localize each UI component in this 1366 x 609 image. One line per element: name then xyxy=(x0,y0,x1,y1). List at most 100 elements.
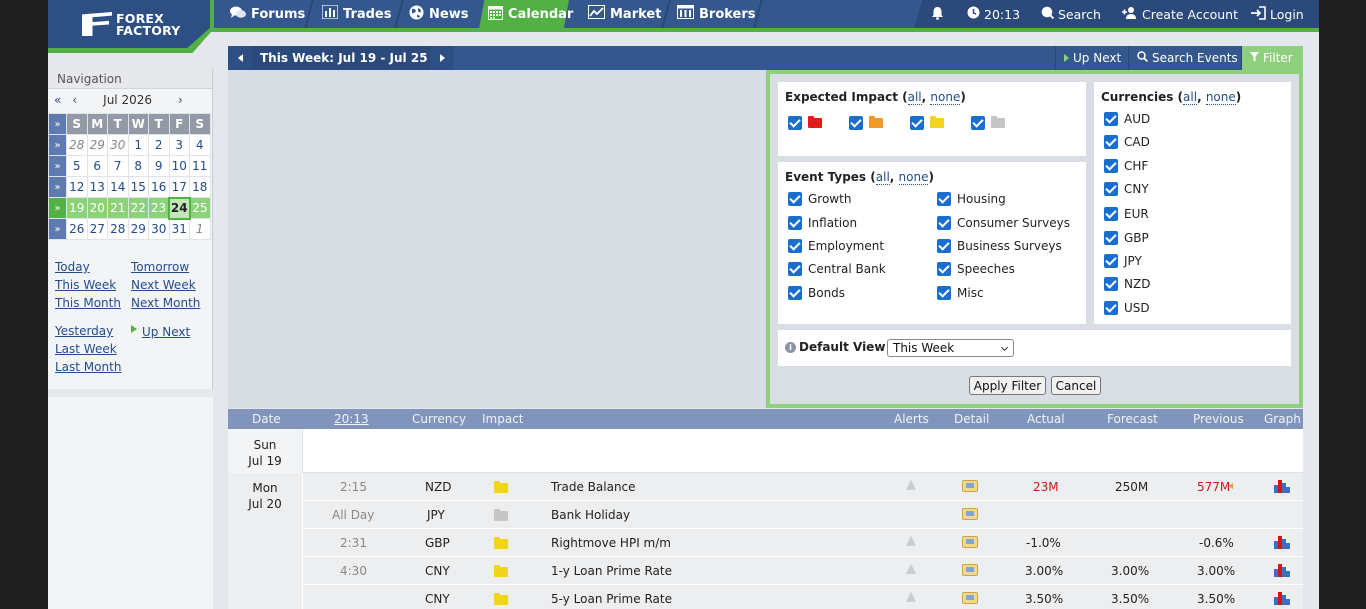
calendar-day[interactable]: 14 xyxy=(107,176,129,198)
calendar-day[interactable]: 28 xyxy=(107,218,129,240)
impact-medium-checkbox[interactable] xyxy=(849,116,883,130)
calendar-day[interactable]: 8 xyxy=(127,155,149,177)
currency-checkbox[interactable]: JPY xyxy=(1104,254,1142,268)
event-type-checkbox[interactable]: Inflation xyxy=(788,216,857,230)
calendar-day[interactable]: 29 xyxy=(86,134,108,156)
graph-icon[interactable] xyxy=(1274,536,1290,549)
link-next-month[interactable]: Next Month xyxy=(131,296,200,310)
calendar-day-today[interactable]: 24 xyxy=(168,196,191,220)
detail-folder-icon[interactable] xyxy=(962,592,978,604)
alert-bell-icon[interactable] xyxy=(906,536,916,546)
calendar-day[interactable]: 11 xyxy=(189,155,211,177)
cancel-button[interactable]: Cancel xyxy=(1051,376,1101,395)
nav-market[interactable]: Market xyxy=(588,0,661,28)
up-next-button[interactable]: Up Next xyxy=(1055,46,1129,70)
calendar-day[interactable]: 9 xyxy=(148,155,170,177)
select-week-icon[interactable]: » xyxy=(48,197,67,219)
calendar-day[interactable]: 12 xyxy=(66,176,88,198)
info-icon[interactable]: i xyxy=(785,342,796,353)
table-row[interactable]: 2:31 GBP Rightmove HPI m/m -1.0% -0.6% xyxy=(303,529,1303,557)
calendar-day[interactable]: 30 xyxy=(107,134,129,156)
currency-checkbox[interactable]: CNY xyxy=(1104,182,1149,196)
calendar-day[interactable]: 22 xyxy=(127,197,149,219)
calendar-day[interactable]: 7 xyxy=(107,155,129,177)
calendar-day[interactable]: 23 xyxy=(148,197,170,219)
detail-folder-icon[interactable] xyxy=(962,480,978,492)
calendar-day[interactable]: 18 xyxy=(189,176,211,198)
calendar-day[interactable]: 4 xyxy=(189,134,211,156)
select-week-icon[interactable]: » xyxy=(48,155,67,177)
calendar-day[interactable]: 1 xyxy=(189,218,211,240)
currency-checkbox[interactable]: GBP xyxy=(1104,231,1149,245)
notifications-button[interactable] xyxy=(931,0,944,28)
next-week-button[interactable] xyxy=(430,46,454,70)
calendar-day[interactable]: 27 xyxy=(86,218,108,240)
create-account-button[interactable]: Create Account xyxy=(1122,0,1238,28)
calendar-day[interactable]: 25 xyxy=(189,197,211,219)
select-week-icon[interactable]: » xyxy=(48,134,67,156)
event-type-checkbox[interactable]: Employment xyxy=(788,239,884,253)
calendar-day[interactable]: 5 xyxy=(66,155,88,177)
event-type-checkbox[interactable]: Bonds xyxy=(788,286,845,300)
calendar-day[interactable]: 1 xyxy=(127,134,149,156)
login-button[interactable]: Login xyxy=(1251,0,1304,28)
link-tomorrow[interactable]: Tomorrow xyxy=(131,260,189,274)
calendar-day[interactable]: 16 xyxy=(148,176,170,198)
nav-brokers[interactable]: Brokers xyxy=(677,0,756,28)
link-last-month[interactable]: Last Month xyxy=(55,360,121,374)
calendar-day[interactable]: 6 xyxy=(86,155,108,177)
event-types-none-link[interactable]: none xyxy=(898,170,929,185)
table-row[interactable]: 4:30 CNY 1-y Loan Prime Rate 3.00% 3.00%… xyxy=(303,557,1303,585)
calendar-day[interactable]: 15 xyxy=(127,176,149,198)
calendar-day[interactable]: 30 xyxy=(148,218,170,240)
alert-bell-icon[interactable] xyxy=(906,592,916,602)
impact-none-link[interactable]: none xyxy=(930,90,961,105)
link-this-week[interactable]: This Week xyxy=(55,278,116,292)
calendar-day[interactable]: 2 xyxy=(148,134,170,156)
link-next-week[interactable]: Next Week xyxy=(131,278,196,292)
currency-checkbox[interactable]: USD xyxy=(1104,301,1150,315)
next-month-button[interactable]: › xyxy=(178,93,183,107)
prev-month-button[interactable]: ‹ xyxy=(72,93,77,107)
table-row[interactable]: CNY 5-y Loan Prime Rate 3.50% 3.50% 3.50… xyxy=(303,585,1303,609)
prev-year-button[interactable]: « xyxy=(54,93,61,107)
prev-week-button[interactable] xyxy=(228,46,252,70)
search-button[interactable]: Search xyxy=(1041,0,1101,28)
calendar-day[interactable]: 26 xyxy=(66,218,88,240)
default-view-select[interactable]: This Week xyxy=(887,339,1014,357)
col-time[interactable]: 20:13 xyxy=(334,412,369,426)
nav-trades[interactable]: Trades xyxy=(321,0,391,28)
link-today[interactable]: Today xyxy=(55,260,90,274)
event-type-checkbox[interactable]: Housing xyxy=(937,192,1006,206)
nav-calendar[interactable]: Calendar xyxy=(488,0,573,28)
impact-low-checkbox[interactable] xyxy=(910,116,944,130)
calendar-day[interactable]: 29 xyxy=(127,218,149,240)
calendar-day[interactable]: 17 xyxy=(168,176,190,198)
alert-bell-icon[interactable] xyxy=(906,480,916,490)
impact-all-link[interactable]: all xyxy=(907,90,922,105)
event-type-checkbox[interactable]: Speeches xyxy=(937,262,1015,276)
detail-folder-icon[interactable] xyxy=(962,536,978,548)
collapse-week-icon[interactable]: » xyxy=(48,113,67,135)
graph-icon[interactable] xyxy=(1274,480,1290,493)
currency-checkbox[interactable]: CHF xyxy=(1104,159,1148,173)
event-type-checkbox[interactable]: Central Bank xyxy=(788,262,886,276)
calendar-day[interactable]: 3 xyxy=(168,134,190,156)
link-up-next[interactable]: Up Next xyxy=(142,325,190,339)
currency-checkbox[interactable]: EUR xyxy=(1104,207,1149,221)
impact-holiday-checkbox[interactable] xyxy=(971,116,1005,130)
clock-button[interactable]: 20:13 xyxy=(967,0,1020,28)
table-row[interactable]: All Day JPY Bank Holiday xyxy=(303,501,1303,529)
currencies-all-link[interactable]: all xyxy=(1183,90,1198,105)
graph-icon[interactable] xyxy=(1274,592,1290,605)
nav-forums[interactable]: Forums xyxy=(230,0,305,28)
event-type-checkbox[interactable]: Growth xyxy=(788,192,851,206)
link-last-week[interactable]: Last Week xyxy=(55,342,117,356)
event-type-checkbox[interactable]: Misc xyxy=(937,286,984,300)
alert-bell-icon[interactable] xyxy=(906,564,916,574)
impact-high-checkbox[interactable] xyxy=(788,116,822,130)
link-yesterday[interactable]: Yesterday xyxy=(55,324,113,338)
table-row[interactable]: 2:15 NZD Trade Balance 23M 250M 577M xyxy=(303,473,1303,501)
currency-checkbox[interactable]: NZD xyxy=(1104,277,1150,291)
search-events-button[interactable]: Search Events xyxy=(1128,46,1246,70)
